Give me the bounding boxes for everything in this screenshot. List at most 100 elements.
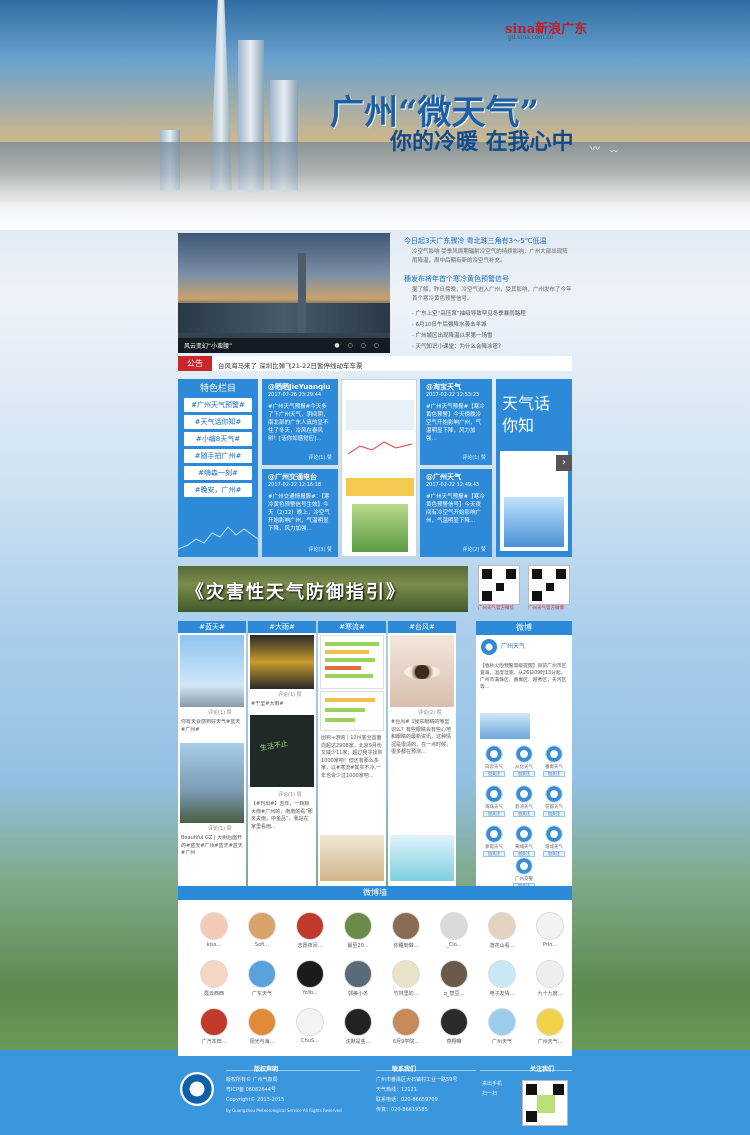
feed-user[interactable]: @淘宝天气 <box>426 383 486 391</box>
news-bullet[interactable]: · 广东上空“高压泵”抽吸导致罕见冬季暴雨路程 <box>412 309 526 320</box>
feed-meta[interactable]: 评论(1) 赞 <box>308 454 332 462</box>
topic-image[interactable] <box>390 835 454 881</box>
wall-avatar[interactable]: 电子友情... <box>482 960 522 997</box>
wall-avatar[interactable]: 志愿夜间... <box>290 912 330 949</box>
follow-button[interactable]: 加关注 <box>543 851 565 857</box>
feed-user[interactable]: @广州天气 <box>426 473 486 481</box>
avatar-image <box>296 960 324 988</box>
wall-avatar[interactable]: YoYo... <box>290 960 330 996</box>
account-card[interactable]: 荔湾天气 加关注 <box>512 785 536 817</box>
feed-card[interactable]: @晒晒JieYuanqiu 2017-02-26 23:29:44 #广州天气预… <box>262 379 338 465</box>
wall-avatar[interactable]: 广州天气... <box>530 1008 570 1045</box>
feed-meta[interactable]: 评论(2) 赞 <box>462 546 486 554</box>
wall-avatar[interactable]: 九十九度... <box>530 960 570 997</box>
wall-avatar[interactable]: 广州天气 <box>482 1008 522 1045</box>
wall-avatar[interactable]: 阳光与海... <box>242 1008 282 1045</box>
feature-item[interactable]: #晚安，广州# <box>184 483 252 497</box>
account-card[interactable]: 花都天气 加关注 <box>542 785 566 817</box>
account-card[interactable]: 黄埔天气 加关注 <box>512 825 536 857</box>
disaster-guide-banner[interactable]: 《灾害性天气防御指引》 <box>178 566 468 612</box>
wall-avatar[interactable]: Prin... <box>530 912 570 948</box>
post-meta[interactable]: 评论(2) 赞 <box>418 709 442 716</box>
wall-avatar[interactable]: 霞云西西 <box>194 960 234 997</box>
post-text: Beautiful GZ | 大树后面开的#蓝天#广州#蓝天#蓝天#广州 <box>181 835 243 856</box>
wall-avatar[interactable]: 最至20... <box>338 912 378 949</box>
topic-image[interactable]: 生活不止 <box>250 715 314 787</box>
account-card[interactable]: 从化天气 加关注 <box>512 745 536 777</box>
feature-item[interactable]: #天气话你知# <box>184 415 252 429</box>
wall-avatar[interactable]: ChuS... <box>290 1008 330 1044</box>
follow-button[interactable]: 加关注 <box>483 851 505 857</box>
feature-item[interactable]: #嗨森一刻# <box>184 466 252 480</box>
feed-user[interactable]: @广州交通电台 <box>268 473 332 481</box>
feature-item[interactable]: #小编8天气# <box>184 432 252 446</box>
wall-avatar[interactable]: q_智豆... <box>434 960 474 997</box>
news-bullet[interactable]: · 天气知识小课堂：为什么会降冰雹？ <box>412 342 504 353</box>
wall-avatar[interactable]: 落花山看... <box>482 912 522 949</box>
chevron-right-icon[interactable]: › <box>556 455 572 471</box>
follow-button[interactable]: 加关注 <box>513 811 535 817</box>
news-headline[interactable]: 今日起3天广东骤冷 粤北珠三角有3～5℃低温 <box>404 236 579 246</box>
column-header[interactable]: #台风# <box>388 621 456 633</box>
wall-avatar[interactable]: 竹林里的... <box>386 960 426 997</box>
slide-dots[interactable]: ● ○ ○ ○ <box>334 342 382 349</box>
topic-image[interactable] <box>180 743 244 823</box>
feature-item[interactable]: #广州天气预警# <box>184 398 252 412</box>
sina-url: gd.sina.com.cn <box>508 34 554 41</box>
wall-avatar[interactable]: 广东天气 <box>242 960 282 997</box>
topic-image[interactable] <box>180 635 244 707</box>
news-headline[interactable]: 穗发布将年首个寒冷黄色预警信号 <box>404 274 579 284</box>
column-header[interactable]: #大雨# <box>248 621 316 633</box>
footer-copyright-title: 版权声明 <box>254 1064 278 1073</box>
account-card[interactable]: 萝岗天气 加关注 <box>482 825 506 857</box>
weibo-avatar[interactable] <box>481 639 497 655</box>
avatar-username: kiss... <box>206 942 222 948</box>
news-slide-image[interactable] <box>178 233 390 353</box>
wall-avatar[interactable]: _Cio... <box>434 912 474 948</box>
avatar-username: YoYo... <box>302 990 318 996</box>
follow-button[interactable]: 加关注 <box>543 811 565 817</box>
wall-avatar[interactable]: 沈默是金... <box>338 1008 378 1045</box>
topic-image[interactable] <box>390 635 454 707</box>
account-card[interactable]: 增城天气 加关注 <box>542 825 566 857</box>
feed-card[interactable]: @淘宝天气 2017-02-22 12:53:23 #广州天气预报#【寒冷黄色预… <box>420 379 492 465</box>
feed-meta[interactable]: 评论(1) 赞 <box>462 454 486 462</box>
wall-avatar[interactable]: Sofi... <box>242 912 282 948</box>
follow-button[interactable]: 加关注 <box>513 771 535 777</box>
topic-chart-image[interactable] <box>320 635 384 689</box>
news-bullet[interactable]: · 6月10日午后强降水袭击羊城 <box>412 320 487 331</box>
account-card[interactable]: 番禺天气 加关注 <box>542 745 566 777</box>
column-header[interactable]: #蓝天# <box>178 621 246 633</box>
news-bullet[interactable]: · 广州城区出现降温以来第一场雪 <box>412 331 493 342</box>
wall-avatar[interactable]: 6月9学院... <box>386 1008 426 1045</box>
post-meta[interactable]: 评论(1) 赞 <box>208 709 232 716</box>
wall-avatar[interactable]: 你睡到做... <box>386 912 426 949</box>
post-meta[interactable]: 评论(1) 赞 <box>208 825 232 832</box>
post-meta[interactable]: 评论(1) 赞 <box>278 791 302 798</box>
notice-text[interactable]: 台风海马来了 深圳比弹飞21-22日暂停线动车车票 <box>218 360 362 370</box>
feature-item[interactable]: #随手拍广州# <box>184 449 252 463</box>
feed-card[interactable]: @广州交通电台 2017-02-22 12:16:18 #广州交通情报服#：【寒… <box>262 469 338 557</box>
follow-button[interactable]: 加关注 <box>543 771 565 777</box>
account-card[interactable]: 海珠天气 加关注 <box>482 785 506 817</box>
feed-card[interactable]: @广州天气 2017-02-22 12:49:43 #广州天气预报#【寒冷黄色预… <box>420 469 492 557</box>
weibo-account-name[interactable]: 广州天气 <box>501 641 525 650</box>
wechat-qr-code <box>478 565 520 605</box>
wall-avatar[interactable]: 广汽本田... <box>194 1008 234 1045</box>
column-header[interactable]: #寒流# <box>318 621 386 633</box>
feed-meta[interactable]: 评论(3) 赞 <box>308 546 332 554</box>
topic-image[interactable] <box>320 835 384 881</box>
follow-button[interactable]: 加关注 <box>483 771 505 777</box>
feed-user[interactable]: @晒晒JieYuanqiu <box>268 383 332 391</box>
feed-screenshot[interactable] <box>341 379 417 557</box>
topic-image[interactable] <box>250 635 314 689</box>
wall-avatar[interactable]: 燕翔嘛 <box>434 1008 474 1045</box>
account-card[interactable]: 白云天气 加关注 <box>482 745 506 777</box>
topic-chart-image[interactable] <box>320 691 384 731</box>
account-card[interactable]: 广州交警加关注 <box>512 857 536 889</box>
weibo-post-image[interactable] <box>480 713 530 739</box>
wall-avatar[interactable]: 郭美小冬 <box>338 960 378 997</box>
post-meta[interactable]: 评论(1) 赞 <box>278 691 302 698</box>
follow-button[interactable]: 加关注 <box>483 811 505 817</box>
wall-avatar[interactable]: kiss... <box>194 912 234 948</box>
